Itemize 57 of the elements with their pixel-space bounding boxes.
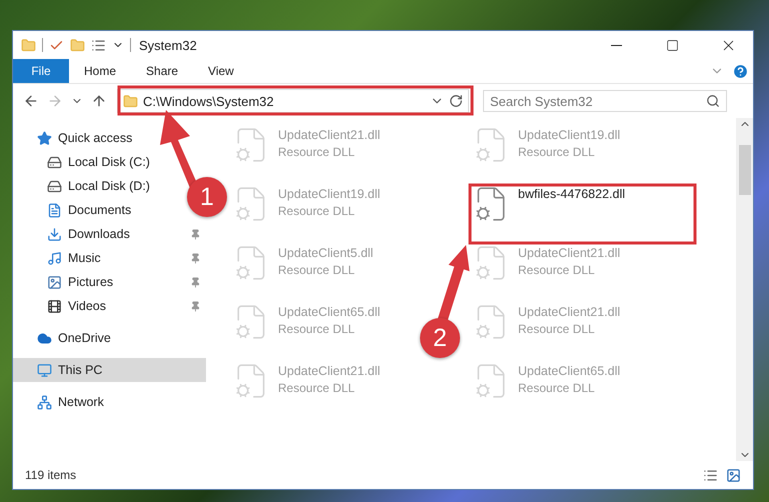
search-field[interactable]: Search System32	[483, 90, 727, 112]
help-icon[interactable]	[732, 62, 749, 80]
pin-icon[interactable]	[190, 228, 200, 240]
file-type: Resource DLL	[518, 145, 596, 159]
drive-icon	[47, 154, 62, 170]
drive-icon	[47, 178, 62, 194]
ribbon-tab[interactable]: Home	[69, 59, 132, 83]
pin-icon[interactable]	[190, 252, 200, 264]
star-icon	[37, 130, 52, 146]
file-name[interactable]: bwfiles-4476822.dll	[518, 187, 626, 201]
file-type: Resource DLL	[278, 204, 356, 218]
download-icon	[47, 226, 62, 242]
picture-icon	[47, 274, 62, 290]
pin-icon[interactable]	[190, 276, 200, 288]
details-view-icon[interactable]	[703, 468, 718, 482]
sidebar-item[interactable]: Videos	[13, 294, 112, 318]
address-bar[interactable]: C:\Windows\System32	[117, 89, 469, 113]
file-type: Resource DLL	[278, 381, 356, 395]
ribbon-tab[interactable]: View	[193, 59, 249, 83]
scroll-thumb[interactable]	[738, 144, 750, 194]
file-type: Resource DLL	[278, 263, 356, 277]
folder-icon[interactable]	[70, 38, 85, 52]
item-count: 119 items	[25, 468, 76, 482]
sidebar-item[interactable]: Documents	[13, 198, 138, 222]
sidebar-item[interactable]: Pictures	[13, 270, 120, 294]
sidebar-item[interactable]: OneDrive	[13, 326, 117, 350]
file-type: Resource DLL	[518, 322, 596, 336]
file-type: Resource DLL	[278, 145, 356, 159]
large-icons-view-icon[interactable]	[726, 468, 741, 482]
refresh-icon[interactable]	[449, 94, 463, 108]
properties-icon[interactable]	[91, 38, 106, 52]
sidebar-item[interactable]: Network	[13, 390, 110, 414]
file-type: Resource DLL	[518, 381, 596, 395]
sidebar-item[interactable]: Music	[13, 246, 107, 270]
monitor-icon	[37, 362, 52, 378]
ribbon-tab[interactable]: Share	[131, 59, 194, 83]
search-icon	[706, 94, 720, 108]
sidebar-item[interactable]: Local Disk (D:)	[13, 174, 156, 198]
file-menu-tab[interactable]: File	[13, 59, 69, 83]
file-type: Resource DLL	[518, 263, 596, 277]
sidebar-item[interactable]: Quick access	[13, 126, 138, 150]
folder-icon[interactable]	[21, 38, 36, 52]
maximize-icon	[666, 38, 678, 52]
music-icon	[47, 250, 62, 266]
sidebar-item[interactable]: Local Disk (C:)	[13, 150, 156, 174]
document-icon	[47, 202, 62, 218]
film-icon	[47, 298, 62, 314]
cloud-icon	[37, 330, 52, 346]
window-title: System32	[139, 38, 197, 52]
pin-icon[interactable]	[190, 300, 200, 312]
sidebar-item[interactable]: Downloads	[13, 222, 136, 246]
network-icon	[37, 394, 52, 410]
file-type: Resource DLL	[278, 322, 356, 336]
scrollbar[interactable]	[736, 118, 753, 461]
sidebar-item[interactable]: This PC	[13, 358, 206, 382]
folder-icon	[123, 94, 138, 108]
minimize-icon	[610, 44, 622, 46]
